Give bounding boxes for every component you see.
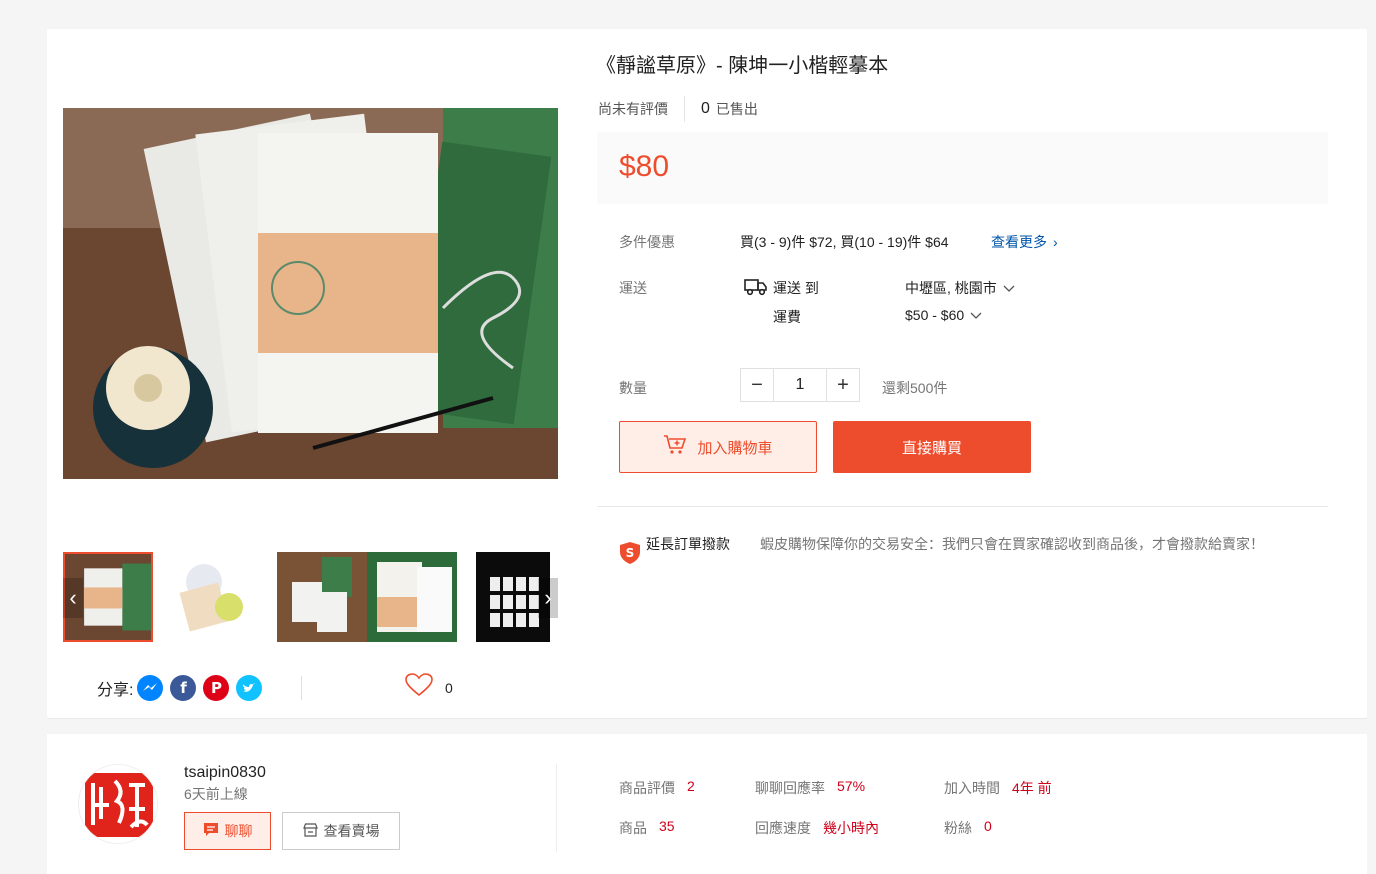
messenger-icon[interactable]	[137, 675, 164, 701]
heart-icon	[405, 673, 433, 702]
stat-response-time: 回應速度 幾小時內	[755, 818, 879, 838]
price: $80	[619, 150, 670, 183]
cart-plus-icon	[663, 434, 687, 460]
stat-products-label: 商品	[619, 820, 647, 836]
stat-response-time-value: 幾小時內	[823, 820, 879, 836]
bulk-more-label: 查看更多	[991, 234, 1047, 250]
thumbnail-next-icon[interactable]: ›	[538, 578, 558, 618]
chevron-down-icon	[970, 307, 982, 323]
pinterest-icon[interactable]: P	[203, 675, 230, 701]
thumbnail-3[interactable]	[277, 552, 367, 642]
thumbnail-strip: ‹ ›	[63, 552, 558, 642]
stat-ratings-value: 2	[687, 778, 695, 794]
rating-row: 尚未有評價 0 已售出	[598, 96, 758, 122]
sold-label: 已售出	[715, 101, 758, 117]
ship-fee-select[interactable]: $50 - $60	[905, 307, 982, 323]
thumbnail-prev-icon[interactable]: ‹	[63, 578, 83, 618]
add-to-cart-button[interactable]: 加入購物車	[619, 421, 817, 473]
stat-response-rate-label: 聊聊回應率	[755, 780, 825, 796]
seller-name[interactable]: tsaipin0830	[184, 764, 266, 782]
share-label: 分享:	[97, 682, 134, 699]
stat-followers-value: 0	[984, 818, 992, 834]
stat-joined-value: 4年 前	[1012, 780, 1052, 796]
quantity-increase-button[interactable]: +	[827, 369, 859, 401]
stat-joined: 加入時間 4年 前	[944, 778, 1052, 798]
buy-now-button[interactable]: 直接購買	[833, 421, 1031, 473]
seller-card: tsaipin0830 6天前上線 聊聊 查看賣場 商品評價 2 聊聊回應率 57%…	[47, 734, 1367, 874]
stock-text: 還剩500件	[882, 380, 948, 396]
twitter-icon[interactable]	[236, 675, 263, 701]
guarantee-text: 蝦皮購物保障你的交易安全：我們只會在買家確認收到商品後，才會撥款給賣家！	[760, 536, 1264, 552]
like-count: 0	[445, 679, 453, 696]
thumbnail-2[interactable]	[164, 552, 254, 642]
guarantee-title: 延長訂單撥款	[646, 536, 730, 552]
stat-ratings-label: 商品評價	[619, 780, 675, 796]
price-box: $80	[597, 132, 1328, 204]
view-shop-button[interactable]: 查看賣場	[282, 812, 400, 850]
facebook-icon[interactable]: f	[170, 675, 197, 701]
ship-to-value: 中壢區, 桃園市	[905, 280, 997, 296]
stat-ratings: 商品評價 2	[619, 778, 695, 798]
shipping-label: 運送	[619, 280, 647, 296]
stat-products-value: 35	[659, 818, 675, 834]
quantity-input[interactable]: 1	[773, 369, 827, 401]
stat-response-time-label: 回應速度	[755, 820, 811, 836]
stat-followers-label: 粉絲	[944, 820, 972, 836]
chevron-right-icon: ›	[1053, 234, 1058, 250]
rating-text[interactable]: 尚未有評價	[598, 99, 668, 119]
view-shop-label: 查看賣場	[323, 823, 380, 839]
add-to-cart-label: 加入購物車	[697, 439, 773, 457]
quantity-stepper: − 1 +	[740, 368, 860, 402]
bulk-label: 多件優惠	[619, 234, 675, 250]
product-title: 《靜謐草原》- 陳坤一小楷輕摹本	[596, 55, 889, 77]
product-card: ‹ › 分享: f P 0 《靜謐草原》- 陳坤一小楷輕摹本 尚未有評價 0 已…	[47, 29, 1367, 718]
shield-icon: S	[619, 541, 641, 570]
share-divider	[301, 676, 302, 700]
stat-followers: 粉絲 0	[944, 818, 992, 838]
like-button[interactable]: 0	[405, 673, 453, 702]
seller-avatar[interactable]	[78, 764, 158, 844]
chat-icon	[203, 822, 219, 840]
ship-to-select[interactable]: 中壢區, 桃園市	[905, 278, 1015, 298]
shop-icon	[302, 822, 318, 840]
ship-to-label: 運送 到	[773, 280, 819, 296]
sold-count: 0	[701, 100, 710, 117]
chevron-down-icon	[1003, 280, 1015, 296]
bulk-value: 買(3 - 9)件 $72, 買(10 - 19)件 $64	[740, 234, 949, 250]
seller-divider	[556, 764, 557, 852]
truck-icon	[744, 277, 768, 302]
stat-products: 商品 35	[619, 818, 675, 838]
share-row: 分享: f P	[97, 674, 269, 702]
ship-fee-label: 運費	[773, 309, 801, 325]
quantity-label: 數量	[619, 380, 647, 396]
seller-online-status: 6天前上線	[184, 786, 248, 802]
stat-response-rate-value: 57%	[837, 778, 866, 794]
stat-joined-label: 加入時間	[944, 780, 1000, 796]
quantity-decrease-button[interactable]: −	[741, 369, 773, 401]
chat-button[interactable]: 聊聊	[184, 812, 271, 850]
chat-label: 聊聊	[224, 823, 253, 839]
product-main-image[interactable]	[63, 108, 558, 479]
thumbnail-4[interactable]	[367, 552, 457, 642]
rating-separator	[684, 96, 685, 122]
svg-text:S: S	[626, 546, 635, 560]
bulk-more-link[interactable]: 查看更多 ›	[991, 232, 1058, 252]
divider	[597, 506, 1328, 507]
ship-fee-value: $50 - $60	[905, 307, 965, 323]
stat-response-rate: 聊聊回應率 57%	[755, 778, 865, 798]
